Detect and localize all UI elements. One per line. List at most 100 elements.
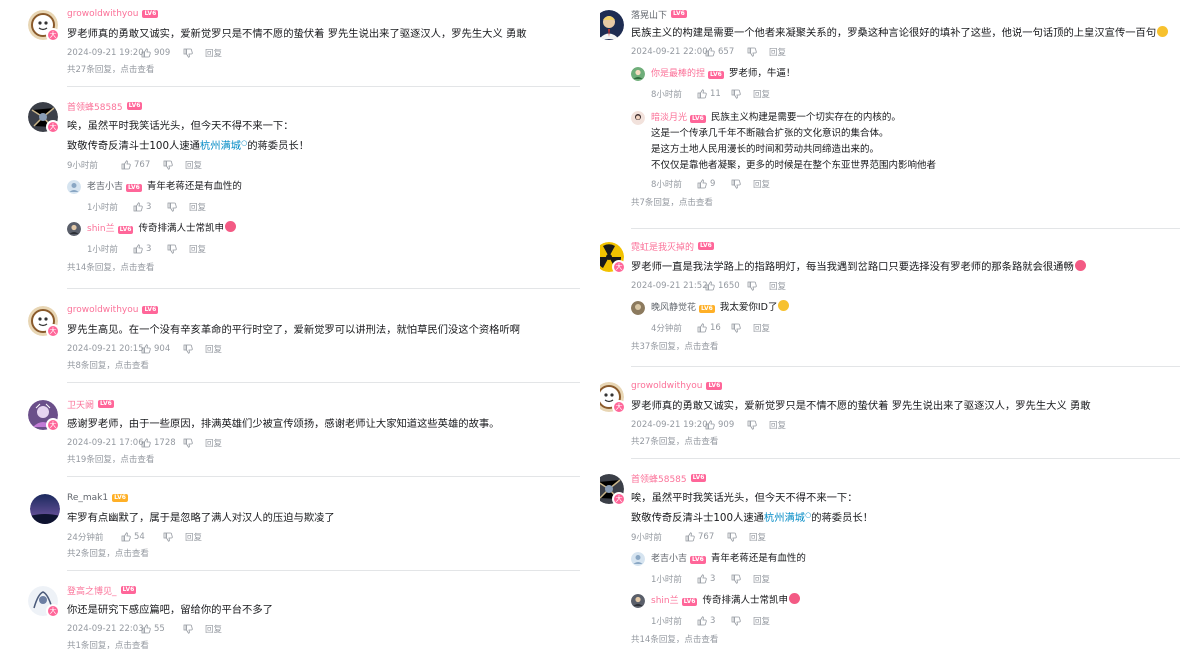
username[interactable]: 首领蜂58585	[631, 472, 687, 485]
avatar[interactable]	[67, 222, 81, 236]
reply-text-line: 不仅仅是靠他者凝聚，更多的时候是在整个东亚世界范围内影响他者	[651, 160, 937, 171]
reply-button[interactable]: 回复	[753, 322, 770, 334]
like-button[interactable]: 909	[141, 48, 183, 58]
search-keyword-link[interactable]: 杭州满城	[764, 512, 805, 524]
username[interactable]: shin兰	[87, 224, 115, 234]
like-button[interactable]: 904	[141, 344, 183, 354]
username[interactable]: 老吉小吉	[87, 182, 123, 192]
dislike-button[interactable]	[747, 281, 769, 291]
like-button[interactable]: 3	[697, 574, 731, 584]
dislike-button[interactable]	[167, 202, 189, 212]
reply-button[interactable]: 回复	[205, 343, 222, 355]
avatar[interactable]	[631, 67, 645, 81]
dislike-button[interactable]	[731, 89, 753, 99]
reply-button[interactable]: 回复	[189, 243, 206, 255]
like-button[interactable]: 16	[697, 323, 731, 333]
like-button[interactable]: 9	[697, 179, 731, 189]
dislike-button[interactable]	[727, 532, 749, 542]
like-button[interactable]: 657	[705, 47, 747, 57]
dislike-button[interactable]	[163, 160, 185, 170]
view-more-replies[interactable]: 共14条回复，点击查看	[67, 261, 580, 275]
username[interactable]: shin兰	[651, 596, 679, 606]
search-keyword-link[interactable]: 杭州满城	[200, 140, 241, 152]
like-button[interactable]: 909	[705, 420, 747, 430]
timestamp: 24分钟前	[67, 533, 104, 543]
view-more-replies[interactable]: 共14条回复，点击查看	[631, 633, 1180, 647]
username[interactable]: 老吉小吉	[651, 554, 687, 564]
reply-button[interactable]: 回复	[753, 573, 770, 585]
reply-button[interactable]: 回复	[769, 46, 786, 58]
username[interactable]: 霓虹是我灭掉的	[631, 240, 694, 253]
username[interactable]: 晚风静觉花	[651, 303, 696, 313]
view-more-replies[interactable]: 共27条回复，点击查看	[67, 63, 580, 77]
level-badge: LV6	[690, 474, 707, 482]
view-more-replies[interactable]: 共8条回复，点击查看	[67, 359, 580, 373]
dislike-button[interactable]	[167, 244, 189, 254]
username[interactable]: growoldwithyou	[67, 305, 138, 315]
timestamp: 9小时前	[67, 161, 98, 171]
reply-button[interactable]: 回复	[753, 88, 770, 100]
like-button[interactable]: 3	[697, 616, 731, 626]
avatar[interactable]	[631, 552, 645, 566]
dislike-button[interactable]	[731, 574, 753, 584]
username[interactable]: 暗淡月光	[651, 113, 687, 123]
dislike-button[interactable]	[747, 47, 769, 57]
like-button[interactable]: 767	[685, 532, 727, 542]
reply-button[interactable]: 回复	[769, 419, 786, 431]
username[interactable]: 首领蜂58585	[67, 100, 123, 113]
dislike-button[interactable]	[731, 323, 753, 333]
avatar[interactable]	[631, 111, 645, 125]
username[interactable]: Re_mak1	[67, 493, 108, 503]
thumbs-down-icon	[747, 281, 757, 291]
like-button[interactable]: 55	[141, 624, 183, 634]
username[interactable]: 登高之博见_	[67, 584, 117, 597]
view-more-replies[interactable]: 共19条回复，点击查看	[67, 453, 580, 467]
view-more-replies[interactable]: 共27条回复，点击查看	[631, 435, 1180, 449]
dislike-button[interactable]	[183, 438, 205, 448]
avatar[interactable]	[631, 301, 645, 315]
thumbs-down-icon	[731, 89, 741, 99]
avatar[interactable]	[631, 594, 645, 608]
view-more-replies[interactable]: 共7条回复，点击查看	[631, 196, 1180, 210]
dislike-button[interactable]	[183, 344, 205, 354]
reply-button[interactable]: 回复	[189, 201, 206, 213]
view-more-replies[interactable]: 共2条回复，点击查看	[67, 547, 580, 561]
username[interactable]: 卫天阙	[67, 398, 94, 411]
username[interactable]: 你是最棒的捏	[651, 69, 705, 79]
sub-reply: 你是最棒的捏 LV6 罗老师，牛逼！ 8小时前 11 回复	[631, 66, 1180, 102]
divider	[631, 458, 1180, 459]
dislike-button[interactable]	[731, 616, 753, 626]
like-button[interactable]: 1728	[141, 438, 183, 448]
like-button[interactable]: 3	[133, 244, 167, 254]
dislike-button[interactable]	[183, 48, 205, 58]
reply-button[interactable]: 回复	[205, 623, 222, 635]
dislike-button[interactable]	[731, 179, 753, 189]
reply-button[interactable]: 回复	[769, 280, 786, 292]
username[interactable]: growoldwithyou	[67, 9, 138, 19]
reply-button[interactable]: 回复	[205, 437, 222, 449]
avatar[interactable]	[600, 10, 624, 40]
dislike-button[interactable]	[747, 420, 769, 430]
avatar[interactable]	[67, 180, 81, 194]
dislike-button[interactable]	[183, 624, 205, 634]
avatar[interactable]	[30, 494, 60, 524]
reply-button[interactable]: 回复	[205, 47, 222, 59]
like-button[interactable]: 767	[121, 160, 163, 170]
comment-meta: 2024-09-21 19:20 909 回复	[67, 45, 580, 61]
view-more-replies[interactable]: 共1条回复，点击查看	[67, 639, 580, 653]
username[interactable]: 落晃山下	[631, 8, 667, 21]
dislike-button[interactable]	[163, 532, 185, 542]
reply-button[interactable]: 回复	[749, 531, 766, 543]
reply-button[interactable]: 回复	[753, 615, 770, 627]
reply-button[interactable]: 回复	[185, 531, 202, 543]
level-badge: LV6	[699, 305, 715, 313]
username[interactable]: growoldwithyou	[631, 381, 702, 391]
reply-button[interactable]: 回复	[753, 178, 770, 190]
view-more-replies[interactable]: 共37条回复，点击查看	[631, 340, 1180, 354]
like-button[interactable]: 54	[121, 532, 163, 542]
like-button[interactable]: 11	[697, 89, 731, 99]
reply-button[interactable]: 回复	[185, 159, 202, 171]
like-count: 16	[710, 323, 721, 333]
like-button[interactable]: 1650	[705, 281, 747, 291]
like-button[interactable]: 3	[133, 202, 167, 212]
